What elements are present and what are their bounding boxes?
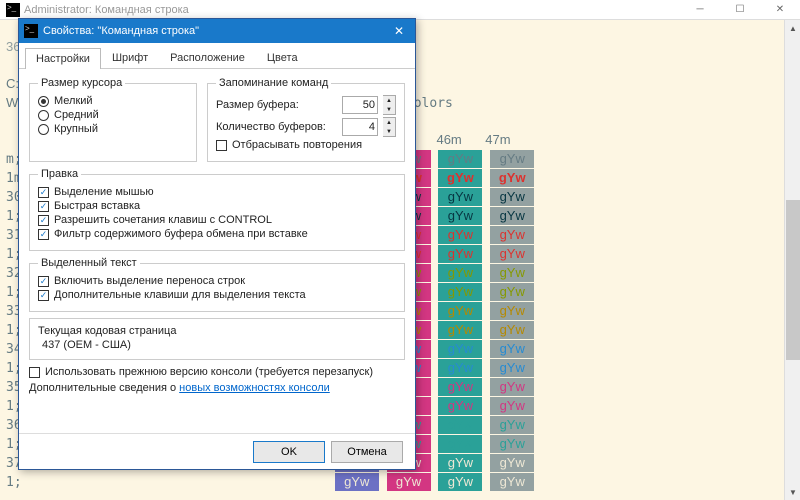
command-history-group: Запоминание команд Размер буфера: 50 ▲▼ …: [207, 77, 405, 162]
scroll-thumb[interactable]: [786, 200, 800, 360]
buffer-size-label: Размер буфера:: [216, 99, 337, 111]
cursor-large-label: Крупный: [54, 123, 98, 135]
filter-clipboard-label: Фильтр содержимого буфера обмена при вст…: [54, 228, 308, 240]
edit-options-legend: Правка: [38, 168, 81, 180]
checkbox-icon: ✓: [38, 215, 49, 226]
dialog-titlebar[interactable]: Свойства: "Командная строка" ✕: [19, 19, 415, 43]
radio-icon: [38, 124, 49, 135]
dialog-footer: OK Отмена: [19, 433, 415, 469]
radio-icon: [38, 110, 49, 121]
dialog-body: Размер курсора Мелкий Средний Крупный За…: [19, 69, 415, 433]
line-wrap-selection-label: Включить выделение переноса строк: [54, 275, 245, 287]
checkbox-icon: ✓: [38, 201, 49, 212]
moreinfo-link[interactable]: новых возможностях консоли: [179, 382, 330, 394]
checkbox-icon: ✓: [38, 229, 49, 240]
buffer-count-label: Количество буферов:: [216, 121, 337, 133]
close-button[interactable]: ✕: [760, 0, 800, 20]
tab-settings[interactable]: Настройки: [25, 48, 101, 69]
checkbox-icon: ✓: [38, 276, 49, 287]
buffer-size-stepper[interactable]: ▲▼: [383, 95, 396, 115]
insert-mode-option[interactable]: ✓ Быстрая вставка: [38, 200, 396, 212]
moreinfo-line: Дополнительные сведения о новых возможно…: [29, 382, 405, 394]
cursor-medium-option[interactable]: Средний: [38, 109, 188, 121]
checkbox-icon: ✓: [38, 290, 49, 301]
tab-colors[interactable]: Цвета: [256, 47, 309, 68]
tab-layout[interactable]: Расположение: [159, 47, 256, 68]
maximize-button[interactable]: ☐: [720, 0, 760, 20]
cursor-size-legend: Размер курсора: [38, 77, 125, 89]
line-wrap-selection-option[interactable]: ✓ Включить выделение переноса строк: [38, 275, 396, 287]
checkbox-icon: [216, 140, 227, 151]
chevron-up-icon: ▲: [383, 118, 395, 127]
extended-keys-option[interactable]: ✓ Дополнительные клавиши для выделения те…: [38, 289, 396, 301]
ctrl-shortcuts-option[interactable]: ✓ Разрешить сочетания клавиш с CONTROL: [38, 214, 396, 226]
scroll-down-icon[interactable]: ▼: [785, 484, 800, 500]
checkbox-icon: [29, 367, 40, 378]
dialog-title: Свойства: "Командная строка": [43, 25, 383, 37]
cmd-icon: [24, 24, 38, 38]
cursor-small-option[interactable]: Мелкий: [38, 95, 188, 107]
ctrl-shortcuts-label: Разрешить сочетания клавиш с CONTROL: [54, 214, 272, 226]
chevron-up-icon: ▲: [383, 96, 395, 105]
codepage-group: Текущая кодовая страница 437 (OEM - США): [29, 318, 405, 360]
cmd-icon: [6, 3, 20, 17]
text-selection-legend: Выделенный текст: [38, 257, 140, 269]
chevron-down-icon: ▼: [383, 105, 395, 114]
minimize-button[interactable]: ─: [680, 0, 720, 20]
cursor-size-group: Размер курсора Мелкий Средний Крупный: [29, 77, 197, 162]
quickedit-label: Выделение мышью: [54, 186, 154, 198]
buffer-size-input[interactable]: 50: [342, 96, 378, 114]
terminal-title: Administrator: Командная строка: [24, 4, 680, 16]
radio-icon: [38, 96, 49, 107]
scroll-up-icon[interactable]: ▲: [785, 20, 800, 36]
buffer-count-stepper[interactable]: ▲▼: [383, 117, 396, 137]
ok-button[interactable]: OK: [253, 441, 325, 463]
filter-clipboard-option[interactable]: ✓ Фильтр содержимого буфера обмена при вс…: [38, 228, 396, 240]
legacy-console-option[interactable]: Использовать прежнюю версию консоли (тре…: [29, 366, 405, 378]
moreinfo-prefix: Дополнительные сведения о: [29, 382, 179, 394]
command-history-legend: Запоминание команд: [216, 77, 331, 89]
checkbox-icon: ✓: [38, 187, 49, 198]
codepage-label: Текущая кодовая страница: [38, 325, 396, 337]
buffer-count-input[interactable]: 4: [342, 118, 378, 136]
cursor-large-option[interactable]: Крупный: [38, 123, 188, 135]
cancel-button[interactable]: Отмена: [331, 441, 403, 463]
terminal-scrollbar[interactable]: ▲ ▼: [784, 20, 800, 500]
discard-duplicates-option[interactable]: Отбрасывать повторения: [216, 139, 396, 151]
cursor-medium-label: Средний: [54, 109, 99, 121]
tab-font[interactable]: Шрифт: [101, 47, 159, 68]
properties-dialog: Свойства: "Командная строка" ✕ Настройки…: [18, 18, 416, 470]
text-selection-group: Выделенный текст ✓ Включить выделение пер…: [29, 257, 405, 312]
discard-duplicates-label: Отбрасывать повторения: [232, 139, 362, 151]
edit-options-group: Правка ✓ Выделение мышью ✓ Быстрая вставка…: [29, 168, 405, 251]
window-controls: ─ ☐ ✕: [680, 0, 800, 20]
dialog-tabs: Настройки Шрифт Расположение Цвета: [19, 43, 415, 69]
legacy-console-label: Использовать прежнюю версию консоли (тре…: [45, 366, 373, 378]
quickedit-option[interactable]: ✓ Выделение мышью: [38, 186, 396, 198]
dialog-close-button[interactable]: ✕: [383, 19, 415, 43]
cursor-small-label: Мелкий: [54, 95, 93, 107]
codepage-value: 437 (OEM - США): [38, 337, 396, 353]
insert-mode-label: Быстрая вставка: [54, 200, 140, 212]
extended-keys-label: Дополнительные клавиши для выделения тек…: [54, 289, 306, 301]
terminal-titlebar: Administrator: Командная строка ─ ☐ ✕: [0, 0, 800, 20]
chevron-down-icon: ▼: [383, 127, 395, 136]
